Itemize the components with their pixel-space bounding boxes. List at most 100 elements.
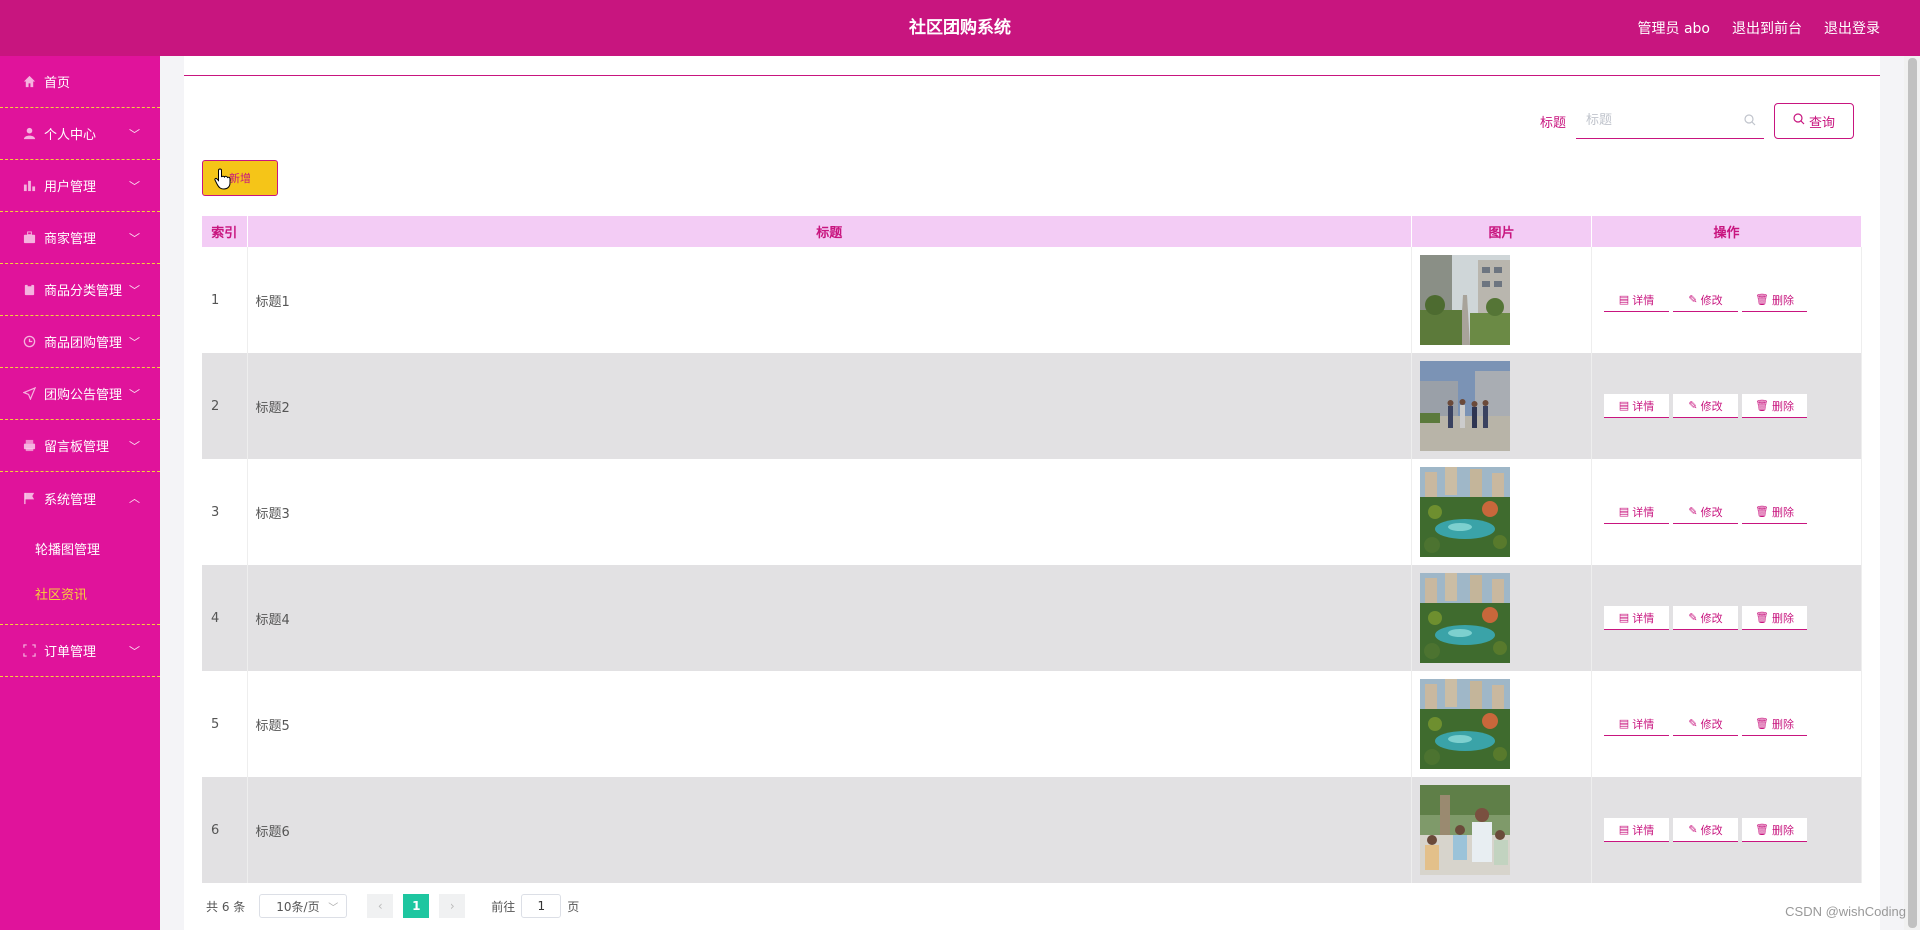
goto-page-input[interactable] — [521, 894, 562, 918]
edit-button[interactable]: ✎ 修改 — [1673, 288, 1738, 312]
to-front-link[interactable]: 退出到前台 — [1732, 18, 1802, 38]
column-header-image: 图片 — [1411, 216, 1592, 247]
detail-button[interactable]: ▤ 详情 — [1604, 500, 1669, 524]
cell-index: 6 — [202, 777, 248, 883]
sidebar-item-home[interactable]: 首页 — [0, 56, 160, 108]
detail-button[interactable]: ▤ 详情 — [1604, 818, 1669, 842]
delete-button[interactable]: 🗑 删除 — [1742, 712, 1807, 736]
sidebar-subitem-carousel[interactable]: 轮播图管理 — [0, 528, 160, 573]
edit-button[interactable]: ✎ 修改 — [1673, 394, 1738, 418]
edit-button[interactable]: ✎ 修改 — [1673, 712, 1738, 736]
sidebar-item-label: 商家管理 — [44, 232, 97, 247]
breadcrumb-divider — [184, 75, 1880, 76]
scrollbar-thumb[interactable] — [1908, 58, 1917, 928]
pencil-icon: ✎ — [1688, 399, 1698, 412]
vertical-scrollbar[interactable] — [1904, 56, 1920, 930]
logout-link[interactable]: 退出登录 — [1824, 18, 1880, 38]
sidebar-item-label: 首页 — [44, 76, 71, 91]
delete-button-label: 删除 — [1771, 611, 1794, 625]
trash-icon: 🗑 — [1755, 611, 1769, 624]
sidebar-item-system[interactable]: 系统管理 ︿ — [0, 472, 160, 524]
sidebar-item-label: 留言板管理 — [44, 440, 110, 455]
trash-icon: 🗑 — [1755, 293, 1769, 306]
edit-button[interactable]: ✎ 修改 — [1673, 818, 1738, 842]
edit-button-label: 修改 — [1700, 293, 1723, 307]
sidebar-subitem-news[interactable]: 社区资讯 — [0, 573, 160, 618]
total-count: 共 6 条 — [206, 899, 246, 914]
cell-actions: ▤ 详情 ✎ 修改 🗑 删除 — [1591, 459, 1862, 565]
chevron-down-icon: ﹀ — [129, 283, 140, 297]
delete-button[interactable]: 🗑 删除 — [1742, 394, 1807, 418]
trash-icon: 🗑 — [1755, 717, 1769, 730]
chevron-left-icon: ‹ — [377, 899, 383, 913]
briefcase-icon — [22, 231, 36, 245]
row-thumbnail-image[interactable] — [1420, 679, 1591, 769]
sidebar-item-group-buy[interactable]: 商品团购管理 ﹀ — [0, 316, 160, 368]
pencil-icon: ✎ — [1688, 505, 1698, 518]
pencil-icon: ✎ — [1688, 293, 1698, 306]
row-thumbnail-image[interactable] — [1420, 785, 1591, 875]
prev-page-button[interactable]: ‹ — [367, 894, 394, 918]
printer-icon — [22, 439, 36, 453]
row-thumbnail-image[interactable] — [1420, 467, 1591, 557]
edit-button-label: 修改 — [1700, 611, 1723, 625]
sidebar-item-users[interactable]: 用户管理 ﹀ — [0, 160, 160, 212]
column-header-index: 索引 — [202, 216, 248, 247]
chevron-down-icon: ﹀ — [328, 903, 339, 914]
query-button-label: 查询 — [1808, 115, 1835, 131]
chevron-down-icon: ﹀ — [129, 439, 140, 453]
table-row: 5 标题5 ▤ 详情 ✎ 修改 🗑 删除 — [202, 671, 1862, 777]
flag-icon — [22, 491, 36, 505]
sidebar-item-profile[interactable]: 个人中心 ﹀ — [0, 108, 160, 160]
cell-image — [1411, 353, 1592, 459]
search-input[interactable] — [1586, 113, 1736, 128]
cell-title: 标题5 — [247, 671, 1412, 777]
detail-button-label: 详情 — [1632, 399, 1655, 413]
delete-button[interactable]: 🗑 删除 — [1742, 288, 1807, 312]
sidebar-item-messages[interactable]: 留言板管理 ﹀ — [0, 420, 160, 472]
trash-icon: 🗑 — [1755, 505, 1769, 518]
table-row: 1 标题1 ▤ 详情 ✎ 修改 🗑 删除 — [202, 247, 1862, 353]
cell-actions: ▤ 详情 ✎ 修改 🗑 删除 — [1591, 353, 1862, 459]
chevron-down-icon: ﹀ — [129, 179, 140, 193]
row-thumbnail-image[interactable] — [1420, 361, 1591, 451]
sidebar-item-label: 系统管理 — [44, 492, 97, 508]
delete-button[interactable]: 🗑 删除 — [1742, 818, 1807, 842]
detail-button[interactable]: ▤ 详情 — [1604, 712, 1669, 736]
row-thumbnail-image[interactable] — [1420, 255, 1591, 345]
system-submenu: 轮播图管理 社区资讯 — [0, 524, 160, 625]
fullscreen-icon — [22, 644, 36, 658]
query-button[interactable]: 查询 — [1774, 103, 1854, 139]
page-size-select[interactable]: 10条/页 ﹀ — [259, 894, 348, 918]
document-icon: ▤ — [1618, 505, 1630, 518]
chevron-down-icon: ﹀ — [129, 644, 140, 658]
detail-button[interactable]: ▤ 详情 — [1604, 288, 1669, 312]
sidebar-item-merchants[interactable]: 商家管理 ﹀ — [0, 212, 160, 264]
edit-button[interactable]: ✎ 修改 — [1673, 500, 1738, 524]
chevron-down-icon: ﹀ — [129, 231, 140, 245]
edit-button[interactable]: ✎ 修改 — [1673, 606, 1738, 630]
chevron-down-icon: ﹀ — [129, 387, 140, 401]
cell-index: 2 — [202, 353, 248, 459]
page-suffix: 页 — [567, 899, 580, 914]
next-page-button[interactable]: › — [439, 894, 466, 918]
admin-label[interactable]: 管理员 abo — [1638, 18, 1710, 38]
delete-button[interactable]: 🗑 删除 — [1742, 606, 1807, 630]
sidebar-item-categories[interactable]: 商品分类管理 ﹀ — [0, 264, 160, 316]
cell-image — [1411, 777, 1592, 883]
top-bar: 社区团购系统 管理员 abo 退出到前台 退出登录 — [0, 0, 1920, 56]
cell-index: 4 — [202, 565, 248, 671]
search-icon — [1744, 114, 1756, 130]
header-links: 管理员 abo 退出到前台 退出登录 — [1638, 0, 1880, 56]
detail-button[interactable]: ▤ 详情 — [1604, 606, 1669, 630]
cell-image — [1411, 459, 1592, 565]
detail-button[interactable]: ▤ 详情 — [1604, 394, 1669, 418]
row-thumbnail-image[interactable] — [1420, 573, 1591, 663]
edit-button-label: 修改 — [1700, 505, 1723, 519]
sidebar-item-announcements[interactable]: 团购公告管理 ﹀ — [0, 368, 160, 420]
current-page-button[interactable]: 1 — [403, 894, 430, 918]
sidebar-item-orders[interactable]: 订单管理 ﹀ — [0, 625, 160, 677]
cell-title: 标题4 — [247, 565, 1412, 671]
sidebar-item-label: 商品分类管理 — [44, 284, 123, 299]
delete-button[interactable]: 🗑 删除 — [1742, 500, 1807, 524]
